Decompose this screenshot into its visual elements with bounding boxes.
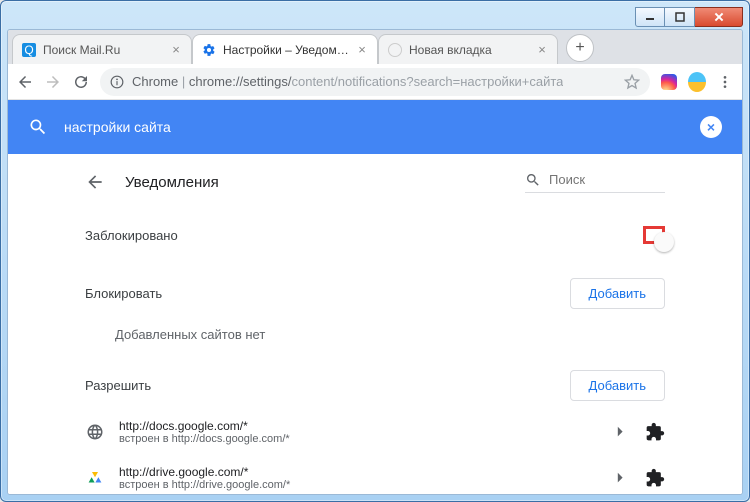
tab-settings[interactable]: Настройки – Уведомления × <box>192 34 378 64</box>
allow-section-label: Разрешить <box>85 378 151 393</box>
address-bar[interactable]: Chrome | chrome://settings/content/notif… <box>100 68 650 96</box>
page-search[interactable] <box>525 172 665 193</box>
block-empty-text: Добавленных сайтов нет <box>85 317 665 352</box>
window-titlebar <box>7 7 743 29</box>
search-query-text: настройки сайта <box>64 119 171 135</box>
tab-close-icon[interactable]: × <box>355 43 369 57</box>
browser-window: Q Поиск Mail.Ru × Настройки – Уведомлени… <box>7 29 743 495</box>
page-content: настройки сайта × Уведомления <box>8 100 742 494</box>
window-maximize-button[interactable] <box>665 7 695 27</box>
tab-title: Настройки – Уведомления <box>223 43 355 57</box>
site-details-button[interactable] <box>611 472 631 484</box>
page-search-input[interactable] <box>549 172 665 187</box>
extension-icon[interactable] <box>645 422 665 442</box>
search-icon <box>28 117 48 137</box>
drive-icon <box>85 468 105 488</box>
window-close-button[interactable] <box>695 7 743 27</box>
site-text: http://docs.google.com/*встроен в http:/… <box>119 419 597 445</box>
search-banner: настройки сайта × <box>8 100 742 154</box>
window-frame: Q Поиск Mail.Ru × Настройки – Уведомлени… <box>0 0 750 502</box>
settings-page: настройки сайта × Уведомления <box>8 100 742 494</box>
instagram-extension-icon[interactable] <box>660 73 678 91</box>
block-section-label: Блокировать <box>85 286 162 301</box>
back-arrow-button[interactable] <box>85 172 109 192</box>
header-row: Уведомления <box>85 154 665 210</box>
favicon-mailru-icon: Q <box>21 42 37 58</box>
allow-site-list: http://docs.google.com/*встроен в http:/… <box>85 409 665 494</box>
tab-title: Поиск Mail.Ru <box>43 43 169 57</box>
site-details-button[interactable] <box>611 426 631 438</box>
site-embed-text: встроен в http://drive.google.com/* <box>119 479 597 491</box>
globe-icon <box>85 422 105 442</box>
block-section-header: Блокировать Добавить <box>85 260 665 317</box>
tab-mailru[interactable]: Q Поиск Mail.Ru × <box>12 34 192 64</box>
search-icon <box>525 172 541 188</box>
browser-toolbar: Chrome | chrome://settings/content/notif… <box>8 64 742 100</box>
profile-avatar[interactable] <box>688 73 706 91</box>
forward-button[interactable] <box>44 73 62 91</box>
add-block-button[interactable]: Добавить <box>570 278 665 309</box>
page-title: Уведомления <box>125 174 219 191</box>
site-info-icon[interactable] <box>110 75 124 89</box>
site-text: http://drive.google.com/*встроен в http:… <box>119 465 597 491</box>
site-row[interactable]: http://docs.google.com/*встроен в http:/… <box>85 409 665 455</box>
tab-strip: Q Поиск Mail.Ru × Настройки – Уведомлени… <box>8 30 742 64</box>
menu-button[interactable] <box>716 73 734 91</box>
allow-section-header: Разрешить Добавить <box>85 352 665 409</box>
site-url: http://docs.google.com/* <box>119 419 597 433</box>
favicon-settings-icon <box>201 42 217 58</box>
site-row[interactable]: http://drive.google.com/*встроен в http:… <box>85 455 665 494</box>
tab-close-icon[interactable]: × <box>535 43 549 57</box>
reload-button[interactable] <box>72 73 90 91</box>
new-tab-button[interactable]: + <box>566 34 594 62</box>
tab-newtab[interactable]: Новая вкладка × <box>378 34 558 64</box>
tab-close-icon[interactable]: × <box>169 43 183 57</box>
back-button[interactable] <box>16 73 34 91</box>
tab-title: Новая вкладка <box>409 43 535 57</box>
annotation-highlight <box>643 226 665 244</box>
clear-search-button[interactable]: × <box>700 116 722 138</box>
window-minimize-button[interactable] <box>635 7 665 27</box>
bookmark-star-icon[interactable] <box>624 74 640 90</box>
site-url: http://drive.google.com/* <box>119 465 597 479</box>
site-embed-text: встроен в http://docs.google.com/* <box>119 433 597 445</box>
extension-icon[interactable] <box>645 468 665 488</box>
blocked-state-label: Заблокировано <box>85 228 178 243</box>
url-text: Chrome | chrome://settings/content/notif… <box>132 74 563 89</box>
add-allow-button[interactable]: Добавить <box>570 370 665 401</box>
favicon-blank-icon <box>387 42 403 58</box>
blocked-state-row: Заблокировано <box>85 210 665 260</box>
